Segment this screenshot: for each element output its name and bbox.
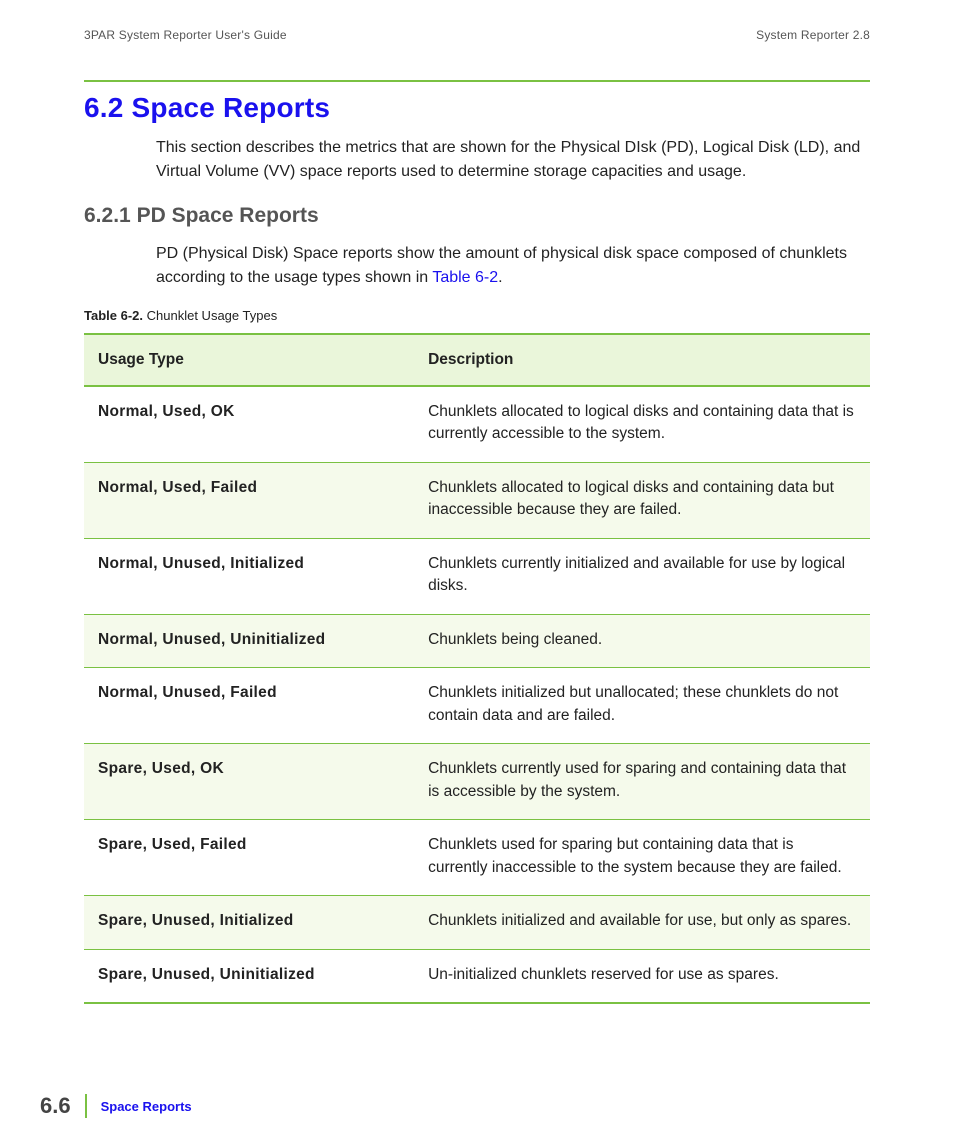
cell-usage: Spare, Unused, Uninitialized	[84, 949, 414, 1003]
cell-description: Chunklets currently used for sparing and…	[414, 744, 870, 820]
cell-description: Chunklets currently initialized and avai…	[414, 538, 870, 614]
section-body: This section describes the metrics that …	[156, 136, 870, 184]
section-title: Space Reports	[132, 92, 331, 123]
table-body: Normal, Used, OK Chunklets allocated to …	[84, 386, 870, 1003]
cell-description: Chunklets initialized but unallocated; t…	[414, 668, 870, 744]
subsection-title: PD Space Reports	[137, 204, 319, 227]
cell-usage: Spare, Unused, Initialized	[84, 896, 414, 949]
rule-top	[84, 80, 870, 82]
footer-section-label: Space Reports	[101, 1099, 192, 1114]
subsection-heading: 6.2.1 PD Space Reports	[84, 204, 870, 228]
header-left: 3PAR System Reporter User's Guide	[84, 28, 287, 42]
table-row: Normal, Used, OK Chunklets allocated to …	[84, 386, 870, 462]
table-row: Spare, Used, Failed Chunklets used for s…	[84, 820, 870, 896]
table-caption: Table 6-2. Chunklet Usage Types	[84, 308, 870, 323]
table-crossref-link[interactable]: Table 6-2	[432, 269, 498, 286]
footer-divider	[85, 1094, 87, 1118]
cell-usage: Normal, Unused, Uninitialized	[84, 614, 414, 667]
section-number: 6.2	[84, 92, 124, 123]
cell-usage: Normal, Unused, Initialized	[84, 538, 414, 614]
cell-description: Chunklets allocated to logical disks and…	[414, 386, 870, 462]
cell-usage: Spare, Used, OK	[84, 744, 414, 820]
table-row: Spare, Unused, Uninitialized Un-initiali…	[84, 949, 870, 1003]
cell-description: Chunklets used for sparing but containin…	[414, 820, 870, 896]
cell-description: Chunklets allocated to logical disks and…	[414, 462, 870, 538]
table-row: Spare, Used, OK Chunklets currently used…	[84, 744, 870, 820]
table-row: Normal, Unused, Uninitialized Chunklets …	[84, 614, 870, 667]
chunklet-usage-table: Usage Type Description Normal, Used, OK …	[84, 333, 870, 1004]
page-container: 3PAR System Reporter User's Guide System…	[0, 0, 954, 1145]
cell-usage: Normal, Used, Failed	[84, 462, 414, 538]
page-footer: 6.6 Space Reports	[40, 1093, 192, 1119]
section-heading: 6.2 Space Reports	[84, 92, 870, 124]
running-header: 3PAR System Reporter User's Guide System…	[84, 28, 870, 42]
subsection-body: PD (Physical Disk) Space reports show th…	[156, 242, 870, 290]
col-header-usage: Usage Type	[84, 334, 414, 386]
subsection-paragraph: PD (Physical Disk) Space reports show th…	[156, 242, 870, 290]
col-header-description: Description	[414, 334, 870, 386]
table-row: Normal, Unused, Failed Chunklets initial…	[84, 668, 870, 744]
table-row: Normal, Used, Failed Chunklets allocated…	[84, 462, 870, 538]
para-post: .	[498, 269, 502, 286]
subsection-number: 6.2.1	[84, 204, 131, 227]
section-intro: This section describes the metrics that …	[156, 136, 870, 184]
cell-description: Un-initialized chunklets reserved for us…	[414, 949, 870, 1003]
cell-description: Chunklets being cleaned.	[414, 614, 870, 667]
table-caption-title: Chunklet Usage Types	[147, 308, 278, 323]
page-number: 6.6	[40, 1093, 71, 1119]
table-caption-number: Table 6-2.	[84, 308, 143, 323]
table-row: Spare, Unused, Initialized Chunklets ini…	[84, 896, 870, 949]
cell-usage: Spare, Used, Failed	[84, 820, 414, 896]
cell-description: Chunklets initialized and available for …	[414, 896, 870, 949]
header-right: System Reporter 2.8	[756, 28, 870, 42]
table-header-row: Usage Type Description	[84, 334, 870, 386]
cell-usage: Normal, Used, OK	[84, 386, 414, 462]
cell-usage: Normal, Unused, Failed	[84, 668, 414, 744]
table-row: Normal, Unused, Initialized Chunklets cu…	[84, 538, 870, 614]
